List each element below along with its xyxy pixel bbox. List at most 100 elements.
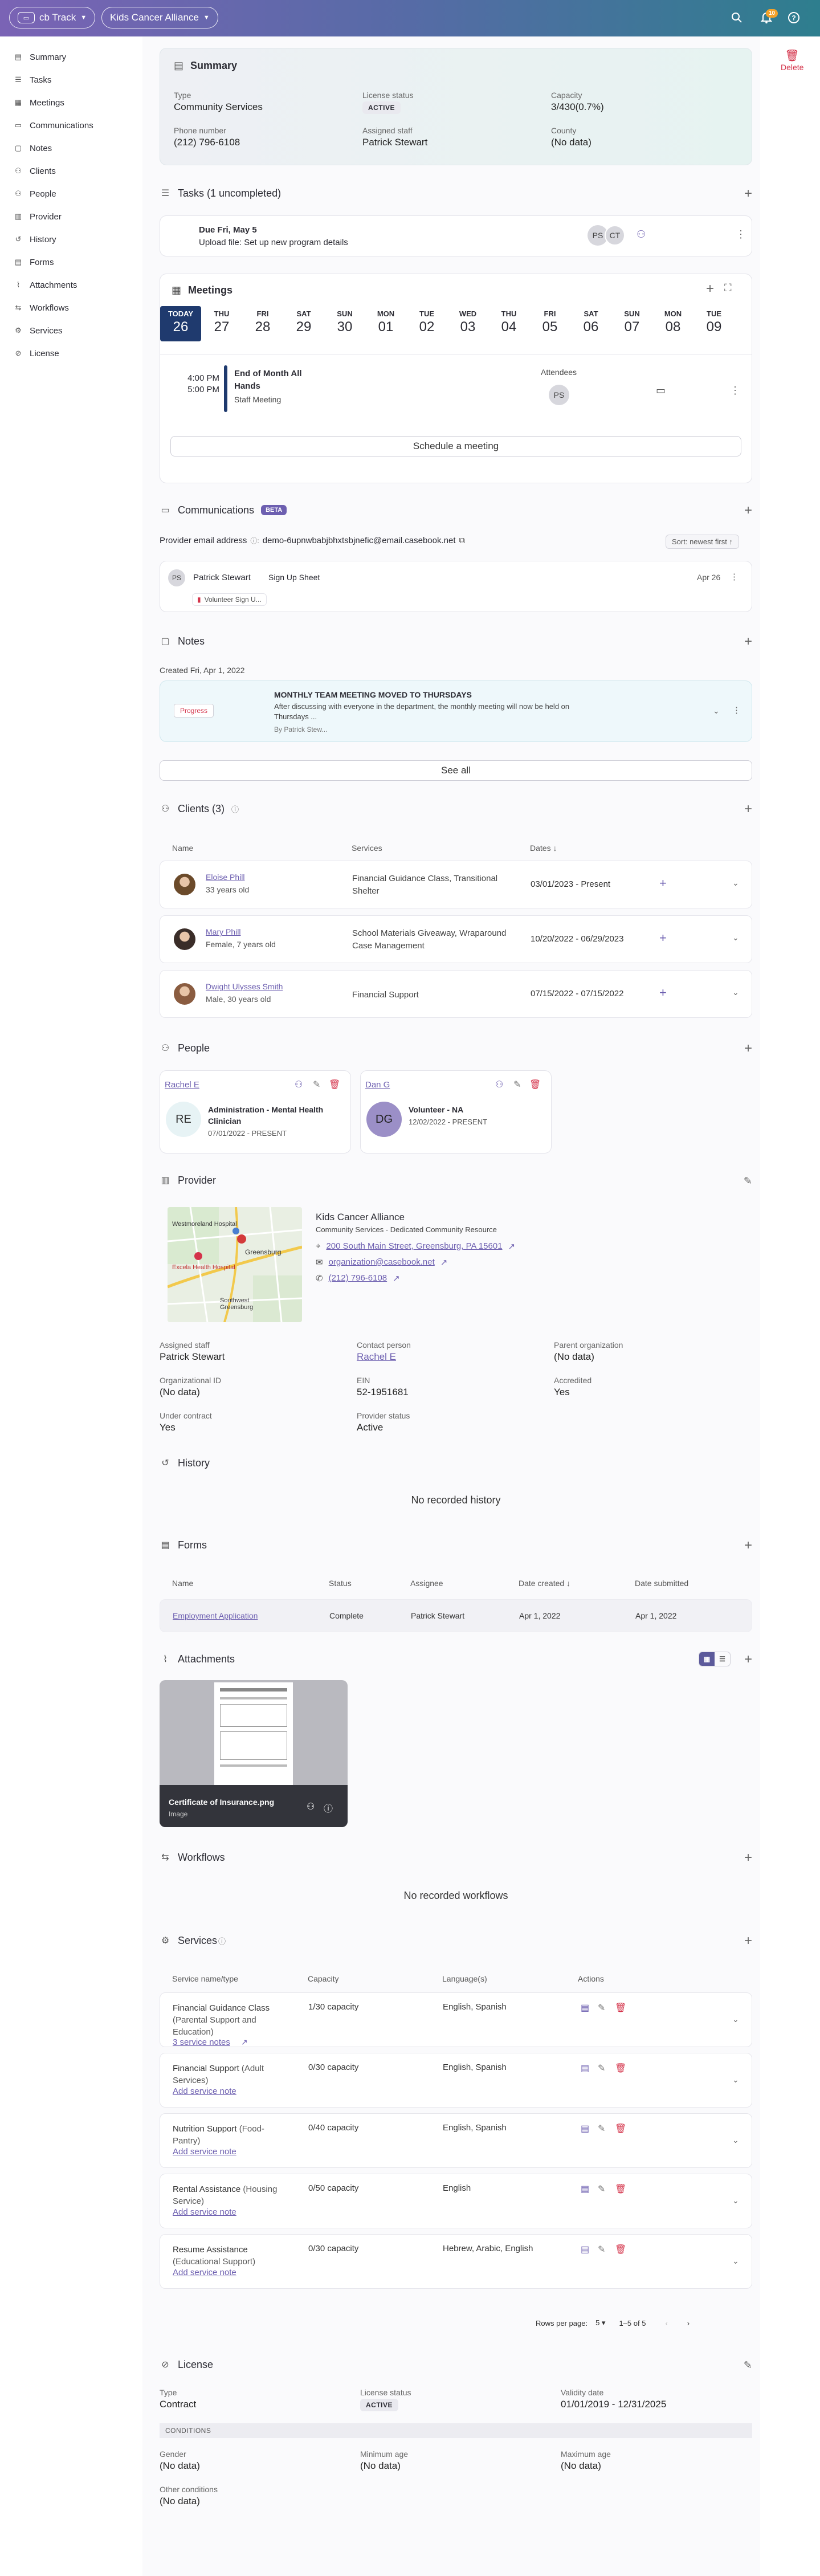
sidebar-item-meetings[interactable]: ▦ Meetings [14, 96, 64, 109]
add-service-note-link[interactable]: Add service note [173, 2086, 236, 2096]
chevron-down-icon[interactable]: ⌄ [732, 2256, 739, 2266]
add-service-note-link[interactable]: Add service note [173, 2147, 236, 2157]
edit-icon[interactable]: ✎ [598, 2002, 605, 2013]
add-meeting-button[interactable]: + [706, 281, 714, 297]
external-link-icon[interactable]: ↗ [508, 1241, 516, 1252]
add-person-button[interactable]: + [744, 1041, 752, 1057]
add-service-note-link[interactable]: Add service note [173, 2207, 236, 2217]
chevron-down-icon[interactable]: ⌄ [732, 878, 739, 888]
more-options-icon[interactable]: ⋮ [730, 385, 740, 397]
sidebar-item-summary[interactable]: ▤ Summary [14, 50, 66, 64]
client-name-link[interactable]: Mary Phill [206, 927, 240, 936]
day-today[interactable]: TODAY 26 [160, 306, 201, 341]
edit-icon[interactable]: ✎ [598, 2123, 605, 2134]
grid-view-icon[interactable]: ▦ [699, 1652, 715, 1666]
sidebar-item-forms[interactable]: ▤ Forms [14, 255, 54, 269]
attachment-card[interactable]: Certificate of Insurance.png Image ⚇ ⓘ [160, 1680, 348, 1827]
add-attachment-button[interactable]: + [744, 1652, 752, 1668]
notes-icon[interactable]: ▤ [581, 2002, 589, 2013]
assign-user-icon[interactable]: ⚇ [637, 229, 646, 241]
trash-icon[interactable]: 🗑 [615, 2244, 626, 2255]
edit-icon[interactable]: ✎ [598, 2063, 605, 2074]
sidebar-item-history[interactable]: ↺ History [14, 233, 56, 246]
day-cell[interactable]: THU 04 [488, 306, 529, 341]
trash-icon[interactable]: 🗑 [529, 1079, 541, 1090]
external-link-icon[interactable]: ↗ [393, 1273, 400, 1283]
edit-icon[interactable]: ✎ [598, 2183, 605, 2195]
add-service-icon[interactable]: + [659, 876, 667, 891]
sidebar-item-tasks[interactable]: ☰ Tasks [14, 73, 51, 87]
app-switcher[interactable]: ▭ cb Track ▼ [9, 7, 96, 28]
sidebar-item-provider[interactable]: ▥ Provider [14, 210, 62, 223]
copy-icon[interactable]: ⧉ [459, 536, 466, 545]
table-row[interactable]: Financial Guidance Class (Parental Suppo… [160, 1992, 752, 2047]
edit-provider-icon[interactable]: ✎ [744, 1175, 752, 1187]
notes-icon[interactable]: ▤ [581, 2183, 589, 2195]
provider-map[interactable]: Westmoreland Hospital Excela Health Hosp… [168, 1207, 302, 1322]
add-communication-button[interactable]: + [744, 503, 752, 519]
person-name-link[interactable]: Rachel E [165, 1080, 199, 1090]
day-cell[interactable]: THU 27 [201, 306, 242, 341]
person-card[interactable]: Dan G ⚇ ✎ 🗑 DG Volunteer - NA 12/02/2022 - PRE… [360, 1070, 552, 1154]
sidebar-item-workflows[interactable]: ⇆ Workflows [14, 301, 69, 315]
sidebar-item-clients[interactable]: ⚇ Clients [14, 164, 56, 178]
chevron-down-icon[interactable]: ⌄ [732, 988, 739, 997]
video-icon[interactable]: ▭ [656, 385, 666, 397]
external-link-icon[interactable]: ↗ [440, 1257, 448, 1267]
service-notes-link[interactable]: 3 service notes [173, 2037, 230, 2047]
client-name-link[interactable]: Eloise Phill [206, 873, 244, 882]
more-options-icon[interactable]: ⋮ [736, 229, 746, 241]
sidebar-item-services[interactable]: ⚙ Services [14, 324, 62, 337]
help-icon[interactable]: ? [785, 9, 802, 26]
chevron-down-icon[interactable]: ⌄ [732, 2075, 739, 2085]
day-cell[interactable]: FRI 05 [529, 306, 570, 341]
sidebar-item-notes[interactable]: ▢ Notes [14, 141, 52, 155]
contact-person-link[interactable]: Rachel E [357, 1351, 396, 1362]
add-service-note-link[interactable]: Add service note [173, 2268, 236, 2277]
notes-icon[interactable]: ▤ [581, 2123, 589, 2134]
see-all-notes-button[interactable]: See all [160, 760, 752, 781]
trash-icon[interactable]: 🗑 [615, 2183, 626, 2195]
list-view-icon[interactable]: ☰ [715, 1652, 730, 1666]
sidebar-item-people[interactable]: ⚇ People [14, 187, 56, 201]
edit-icon[interactable]: ✎ [598, 2244, 605, 2255]
expand-icon[interactable]: ⛶ [724, 282, 732, 294]
person-card[interactable]: Rachel E ⚇ ✎ 🗑 RE Administration - Mental Hea… [160, 1070, 351, 1154]
trash-icon[interactable]: 🗑 [615, 2123, 626, 2134]
attachment-chip[interactable]: ▮ Volunteer Sign U... [192, 593, 267, 606]
info-icon[interactable]: ⓘ [324, 1801, 333, 1815]
add-client-button[interactable]: + [744, 801, 752, 817]
notes-icon[interactable]: ▤ [581, 2063, 589, 2074]
chevron-down-icon[interactable]: ⌄ [732, 2015, 739, 2024]
add-form-button[interactable]: + [744, 1538, 752, 1554]
chevron-down-icon[interactable]: ⌄ [713, 706, 720, 716]
provider-phone-link[interactable]: (212) 796-6108 [329, 1273, 387, 1283]
table-row[interactable]: Mary Phill Female, 7 years old School Mate… [160, 915, 752, 963]
day-cell[interactable]: MON 08 [652, 306, 693, 341]
trash-icon[interactable]: 🗑 [329, 1079, 340, 1090]
day-cell[interactable]: SAT 29 [283, 306, 324, 341]
search-icon[interactable] [728, 9, 745, 26]
sidebar-item-license[interactable]: ⊘ License [14, 347, 59, 360]
provider-address-link[interactable]: 200 South Main Street, Greensburg, PA 15… [326, 1241, 502, 1252]
day-cell[interactable]: FRI 28 [242, 306, 283, 341]
day-cell[interactable]: TUE 09 [693, 306, 735, 341]
delete-button[interactable]: 🗑 Delete [781, 48, 803, 72]
share-icon[interactable]: ⚇ [307, 1801, 315, 1812]
assign-user-icon[interactable]: ⚇ [495, 1079, 503, 1090]
more-options-icon[interactable]: ⋮ [730, 572, 739, 582]
chevron-down-icon[interactable]: ⌄ [732, 933, 739, 943]
table-row[interactable]: Financial Support (Adult Services) Add se… [160, 2053, 752, 2108]
column-header[interactable]: Date created ↓ [519, 1579, 570, 1588]
next-page-icon[interactable]: › [687, 2319, 690, 2328]
add-workflow-button[interactable]: + [744, 1850, 752, 1866]
add-task-button[interactable]: + [744, 186, 752, 202]
table-row[interactable]: Dwight Ulysses Smith Male, 30 years old Fi… [160, 970, 752, 1018]
note-card[interactable]: Progress MONTHLY TEAM MEETING MOVED TO T… [160, 680, 752, 742]
table-row[interactable]: Resume Assistance (Educational Support) A… [160, 2234, 752, 2289]
table-row[interactable]: Eloise Phill 33 years old Financial Guidan… [160, 861, 752, 908]
task-card[interactable]: Due Fri, May 5 Upload file: Set up new p… [160, 215, 752, 256]
add-service-icon[interactable]: + [659, 985, 667, 1000]
table-row[interactable]: Employment Application Complete Patrick St… [160, 1599, 752, 1632]
day-cell[interactable]: MON 01 [365, 306, 406, 341]
